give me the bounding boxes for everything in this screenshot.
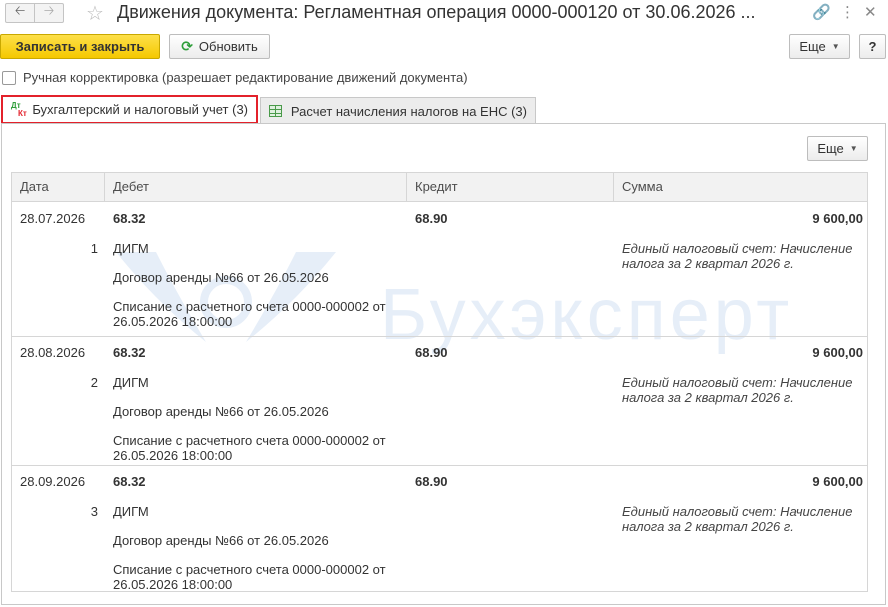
favorite-star-icon[interactable]: ☆ xyxy=(86,1,104,26)
title-bar: 🡠 🡢 ☆ Движения документа: Регламентная о… xyxy=(0,0,888,28)
table-row[interactable]: 28.07.2026 1 68.32 ДИГМ Договор аренды №… xyxy=(12,203,867,337)
link-icon[interactable]: 🔗 xyxy=(812,3,831,21)
dt-kt-icon: Дт Кт xyxy=(11,100,27,118)
row-sum: 9 600,00 xyxy=(812,211,863,226)
refresh-label: Обновить xyxy=(198,39,258,54)
manual-edit-checkbox[interactable] xyxy=(2,70,16,85)
save-and-close-button[interactable]: Записать и закрыть xyxy=(0,34,160,59)
help-button[interactable]: ? xyxy=(859,34,886,59)
table-row[interactable]: 28.09.2026 3 68.32 ДИГМ Договор аренды №… xyxy=(12,466,867,592)
row-debit-subconto-2: Договор аренды №66 от 26.05.2026 xyxy=(113,270,329,285)
row-debit-account: 68.32 xyxy=(113,474,146,489)
refresh-icon: ⟳ xyxy=(181,38,193,54)
column-header-credit[interactable]: Кредит xyxy=(407,173,614,202)
panel-more-button[interactable]: Еще ▼ xyxy=(807,136,868,161)
row-number: 3 xyxy=(90,504,98,519)
table-grid-icon xyxy=(269,105,282,117)
caret-down-icon: ▼ xyxy=(831,42,840,51)
row-date: 28.09.2026 xyxy=(20,474,86,489)
row-number: 1 xyxy=(90,241,98,256)
row-credit-account: 68.90 xyxy=(415,211,448,226)
movements-table[interactable]: Дата Дебет Кредит Сумма 28.07.2026 1 68.… xyxy=(11,172,868,592)
row-sum: 9 600,00 xyxy=(812,345,863,360)
row-debit-account: 68.32 xyxy=(113,345,146,360)
row-debit-subconto-3: Списание с расчетного счета 0000-000002 … xyxy=(113,433,386,463)
table-header: Дата Дебет Кредит Сумма xyxy=(12,173,867,202)
panel-more-label: Еще xyxy=(817,141,844,156)
row-number: 2 xyxy=(90,375,98,390)
tab-accounting-label: Бухгалтерский и налоговый учет (3) xyxy=(32,102,248,117)
row-debit-subconto-3: Списание с расчетного счета 0000-000002 … xyxy=(113,562,386,592)
manual-edit-row: Ручная корректировка (разрешает редактир… xyxy=(2,70,468,85)
row-credit-account: 68.90 xyxy=(415,345,448,360)
refresh-button[interactable]: ⟳ Обновить xyxy=(169,34,270,59)
caret-down-icon: ▼ xyxy=(849,144,858,153)
row-debit-subconto-2: Договор аренды №66 от 26.05.2026 xyxy=(113,533,329,548)
row-description: Единый налоговый счет: Начисление налога… xyxy=(622,504,853,534)
row-debit-subconto-3: Списание с расчетного счета 0000-000002 … xyxy=(113,299,386,329)
row-debit-subconto-1: ДИГМ xyxy=(113,241,149,256)
row-debit-subconto-1: ДИГМ xyxy=(113,504,149,519)
row-date: 28.08.2026 xyxy=(20,345,86,360)
window-title: Движения документа: Регламентная операци… xyxy=(117,2,756,22)
forward-button[interactable]: 🡢 xyxy=(34,3,64,23)
arrow-left-icon: 🡠 xyxy=(14,3,26,18)
manual-edit-label[interactable]: Ручная корректировка (разрешает редактир… xyxy=(23,70,468,85)
row-sum: 9 600,00 xyxy=(812,474,863,489)
table-row[interactable]: 28.08.2026 2 68.32 ДИГМ Договор аренды №… xyxy=(12,337,867,466)
row-debit-account: 68.32 xyxy=(113,211,146,226)
column-header-debit[interactable]: Дебет xyxy=(105,173,407,202)
column-header-sum[interactable]: Сумма xyxy=(614,173,867,202)
tab-accounting[interactable]: Дт Кт Бухгалтерский и налоговый учет (3) xyxy=(1,95,258,124)
row-date: 28.07.2026 xyxy=(20,211,86,226)
close-icon[interactable]: ✕ xyxy=(864,3,877,21)
row-debit-subconto-2: Договор аренды №66 от 26.05.2026 xyxy=(113,404,329,419)
row-credit-account: 68.90 xyxy=(415,474,448,489)
tab-ens-taxes[interactable]: Расчет начисления налогов на ЕНС (3) xyxy=(260,97,536,124)
row-description: Единый налоговый счет: Начисление налога… xyxy=(622,375,853,405)
tab-ens-label: Расчет начисления налогов на ЕНС (3) xyxy=(290,103,527,119)
more-label: Еще xyxy=(799,39,826,54)
row-debit-subconto-1: ДИГМ xyxy=(113,375,149,390)
back-button[interactable]: 🡠 xyxy=(5,3,35,23)
column-header-date[interactable]: Дата xyxy=(12,173,105,202)
row-description: Единый налоговый счет: Начисление налога… xyxy=(622,241,853,271)
arrow-right-icon: 🡢 xyxy=(43,3,55,18)
more-menu-button[interactable]: Еще ▼ xyxy=(789,34,850,59)
more-vertical-icon[interactable]: ⋮ xyxy=(840,3,855,21)
